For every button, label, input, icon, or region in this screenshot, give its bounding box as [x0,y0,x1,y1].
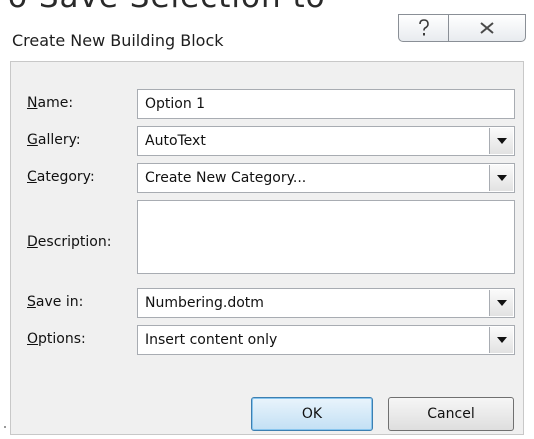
chevron-down-icon [496,138,507,144]
description-textarea[interactable] [137,200,515,274]
name-input[interactable]: Option 1 [137,89,515,119]
gallery-select[interactable]: AutoText [137,126,515,156]
close-x-icon [480,22,494,34]
dialog-body: Name: Option 1 Gallery: AutoText Categor… [10,61,524,435]
options-dropdown-arrow[interactable] [489,327,513,353]
question-mark-icon [418,19,429,36]
options-value: Insert content only [145,332,278,348]
dialog-title: Create New Building Block [12,31,224,50]
create-building-block-dialog: Create New Building Block Name: Option 1… [0,14,534,439]
options-select[interactable]: Insert content only [137,325,515,355]
corner-dot [4,426,6,428]
close-button[interactable] [448,14,526,42]
gallery-value: AutoText [145,133,206,149]
category-dropdown-arrow[interactable] [489,165,513,191]
name-label: Name: [27,95,74,111]
gallery-label: Gallery: [27,132,81,148]
help-button[interactable] [398,14,448,42]
options-label: Options: [27,331,86,347]
category-label: Category: [27,169,95,185]
category-select[interactable]: Create New Category... [137,163,515,193]
cancel-button[interactable]: Cancel [388,397,514,431]
description-label: Description: [27,234,112,250]
chevron-down-icon [496,337,507,343]
chevron-down-icon [496,175,507,181]
save-in-label: Save in: [27,294,84,310]
save-in-value: Numbering.dotm [145,295,264,311]
name-value: Option 1 [145,96,206,112]
caption-buttons [398,14,526,44]
background-window-strip: o Save Selection to [0,0,534,14]
gallery-dropdown-arrow[interactable] [489,128,513,154]
chevron-down-icon [496,300,507,306]
save-in-select[interactable]: Numbering.dotm [137,288,515,318]
dialog-titlebar: Create New Building Block [0,14,534,58]
category-value: Create New Category... [145,170,307,186]
save-in-dropdown-arrow[interactable] [489,290,513,316]
ok-button[interactable]: OK [251,397,373,431]
